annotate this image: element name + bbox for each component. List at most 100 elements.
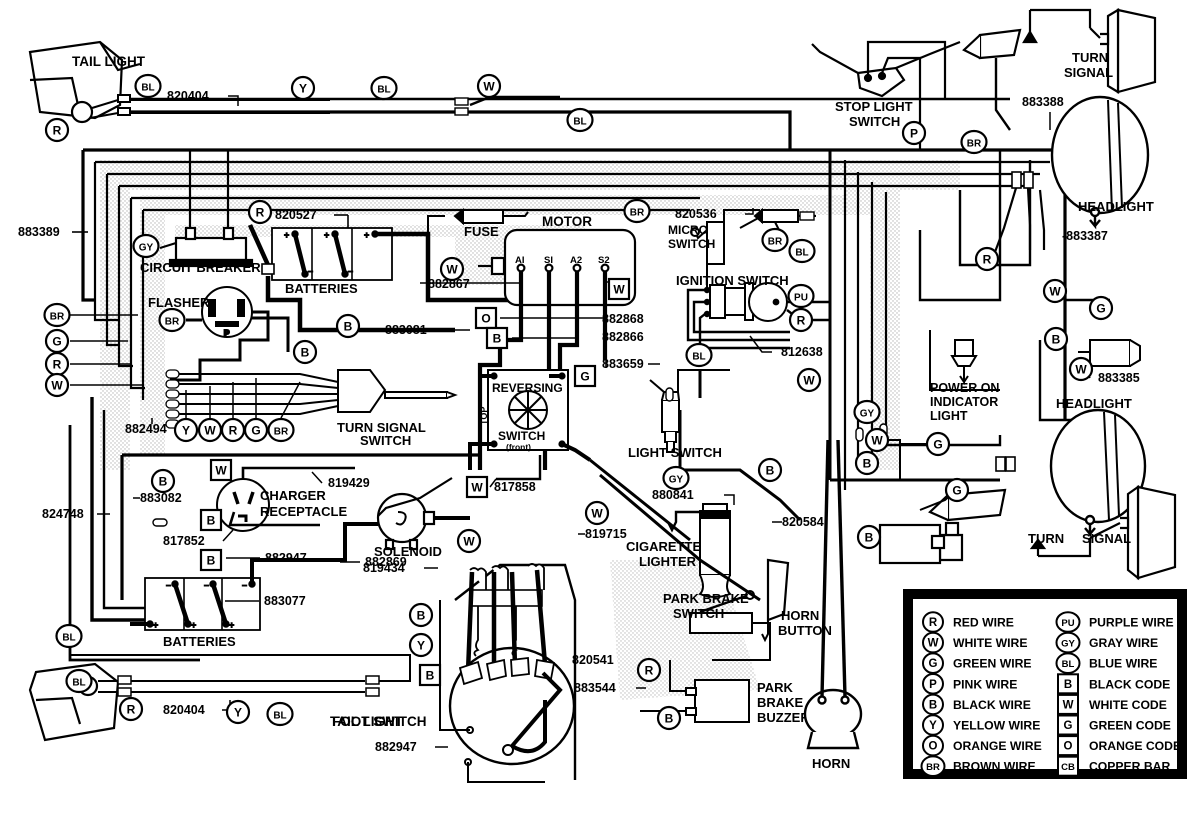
svg-text:P: P — [224, 329, 230, 338]
legend-label: PURPLE WIRE — [1089, 616, 1174, 630]
micro-switch-l1: MICRO — [668, 223, 708, 237]
wire-code-text: O — [481, 311, 490, 325]
wire-code-text: Y — [417, 638, 425, 652]
part-820527: 820527 — [275, 208, 317, 222]
legend-code: PU — [1061, 618, 1074, 629]
part-817858: 817858 — [494, 480, 536, 494]
wire-code-marker-m02: R — [44, 117, 70, 143]
wire-code-marker-m12: P — [901, 120, 927, 146]
legend-code: W — [1063, 699, 1074, 711]
legend-label: BLACK WIRE — [953, 698, 1031, 712]
legend-entry-p-circle: P PINK WIRE — [922, 673, 1017, 695]
wire-code-marker-m08: R — [247, 199, 273, 225]
turn-signal-tr-l2: SIGNAL — [1064, 65, 1113, 80]
wire-code-marker-m29: B — [199, 508, 223, 532]
wire-code-marker-m41: O — [474, 306, 498, 330]
wire-code-text: R — [645, 663, 654, 677]
legend-code: CB — [1061, 762, 1075, 773]
wire-code-text: G — [52, 334, 61, 348]
wire-code-text: W — [446, 262, 458, 276]
wire-code-text: BL — [692, 351, 705, 362]
flasher: P — [201, 286, 253, 339]
wire-code-text: B — [301, 345, 310, 359]
legend-code: W — [928, 638, 939, 650]
wire-code-text: GY — [139, 242, 154, 253]
legend-entry-r-circle: R RED WIRE — [922, 611, 1014, 633]
wire-code-text: B — [159, 474, 168, 488]
batteries-top: + + + – – — [271, 227, 393, 281]
part-882868: 882868 — [602, 312, 644, 326]
wire-code-marker-m10: BR — [761, 227, 789, 253]
wire-code-text: GY — [669, 474, 684, 485]
wire-code-marker-m37: Y — [408, 632, 434, 658]
part-819429: 819429 — [328, 476, 370, 490]
wire-code-marker-m19: R — [44, 351, 70, 377]
wire-code-text: W — [204, 423, 216, 437]
wire-code-text: BR — [50, 311, 65, 322]
wire-code-marker-m33: R — [118, 696, 144, 722]
wire-code-text: G — [933, 437, 942, 451]
wire-code-marker-m54: W — [796, 367, 822, 393]
batteries-top-label: BATTERIES — [285, 281, 358, 296]
wire-code-marker-m35: BL — [266, 701, 294, 727]
wire-code-text: R — [983, 252, 992, 266]
wire-code-marker-m56: W — [864, 427, 890, 453]
wire-code-marker-m22: Y — [173, 417, 199, 443]
wire-code-marker-m16: B — [292, 339, 318, 365]
motor-terminal-a2: A2 — [570, 255, 582, 266]
wire-code-marker-m24: R — [220, 417, 246, 443]
wire-code-marker-m25: G — [243, 417, 269, 443]
legend-code: O — [1064, 741, 1073, 753]
wire-code-text: Y — [299, 81, 307, 95]
wire-code-marker-m18: G — [44, 328, 70, 354]
wire-code-marker-m44: G — [573, 364, 597, 388]
wire-code-text: B — [207, 553, 216, 567]
part-883387: -883387 — [1062, 229, 1108, 243]
svg-text:+: + — [284, 230, 289, 240]
wire-code-marker-m13: BR — [960, 129, 988, 155]
motor-terminal-a1: AI — [515, 255, 525, 266]
wire-code-marker-m60: G — [1088, 295, 1114, 321]
legend-code: B — [929, 699, 937, 711]
legend-label: GREEN WIRE — [953, 657, 1032, 671]
wire-code-marker-m59: W — [1042, 278, 1068, 304]
wire-code-text: B — [863, 456, 872, 470]
legend-entry-br-circle: BR BROWN WIRE — [920, 755, 1036, 778]
wire-code-marker-m03: Y — [290, 75, 316, 101]
wire-code-marker-m31: BL — [55, 623, 83, 649]
wire-code-text: G — [1096, 301, 1105, 315]
wire-code-text: W — [463, 534, 475, 548]
legend-entry-b-square: B BLACK CODE — [1057, 673, 1170, 695]
wire-code-marker-m09: BR — [623, 198, 651, 224]
wire-code-text: BR — [630, 207, 645, 218]
wire-code-marker-m07: GY — [132, 233, 160, 259]
legend-code: O — [929, 741, 938, 753]
svg-text:+: + — [364, 230, 369, 240]
wire-code-text: B — [1052, 332, 1061, 346]
wire-code-marker-m43: W — [607, 277, 631, 301]
wire-code-marker-m11: BL — [788, 238, 816, 264]
turn-signal-br-l2: SIGNAL — [1082, 531, 1131, 546]
wire-code-text: BL — [795, 247, 808, 258]
wire-code-marker-m01: BL — [134, 73, 162, 99]
part-883544: 883544 — [574, 681, 616, 695]
legend-label: BLUE WIRE — [1089, 657, 1157, 671]
wire-code-text: R — [53, 123, 62, 137]
wire-code-text: B — [426, 668, 435, 682]
reversing-switch-l1: REVERSING — [492, 381, 563, 395]
wire-code-marker-m58: R — [974, 246, 1000, 272]
wire-code-text: Y — [182, 423, 190, 437]
tail-light-top-label: TAIL LIGHT — [72, 54, 146, 69]
part-883082: 883082 — [140, 491, 182, 505]
svg-text:–: – — [348, 266, 353, 276]
wire-code-text: BR — [274, 426, 289, 437]
legend-label: PINK WIRE — [953, 677, 1017, 691]
park-brake-switch-l2: SWITCH — [673, 606, 724, 621]
wire-code-marker-m64: G — [944, 477, 970, 503]
wire-code-text: W — [215, 463, 227, 477]
wire-code-marker-m47: W — [584, 500, 610, 526]
headlight-bottom-label: HEADLIGHT — [1056, 396, 1132, 411]
park-brake-switch-l1: PARK BRAKE — [663, 591, 749, 606]
legend-entry-w-circle: W WHITE WIRE — [922, 631, 1027, 654]
legend-label: ORANGE CODE — [1089, 739, 1181, 753]
